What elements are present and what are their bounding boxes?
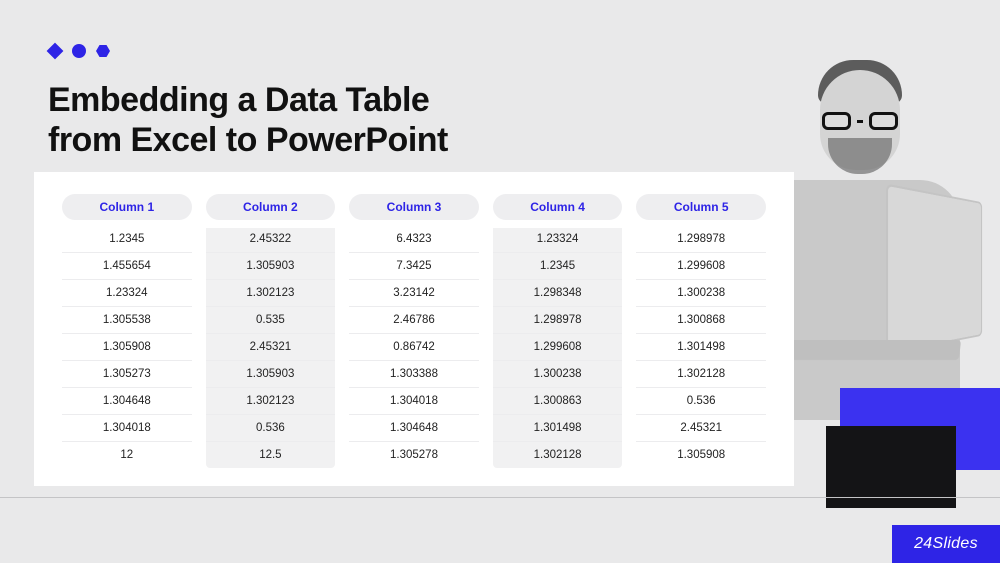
table-cell: 12 <box>62 442 192 468</box>
table-cell: 1.23324 <box>493 226 623 253</box>
accent-shapes <box>48 44 110 58</box>
table-cell: 1.301498 <box>636 334 766 361</box>
diamond-icon <box>47 43 64 60</box>
table-column: Column 5 1.2989781.2996081.3002381.300868… <box>636 194 766 468</box>
table-cell: 1.304018 <box>62 415 192 442</box>
column-header: Column 1 <box>62 194 192 220</box>
table-cell: 12.5 <box>206 442 336 468</box>
table-cell: 1.23324 <box>62 280 192 307</box>
table-cell: 1.300868 <box>636 307 766 334</box>
table-column: Column 11.23451.4556541.233241.3055381.3… <box>62 194 192 468</box>
table-cell: 0.536 <box>206 415 336 442</box>
table-cell: 2.45321 <box>636 415 766 442</box>
page-title: Embedding a Data Table from Excel to Pow… <box>48 80 448 160</box>
table-cell: 1.305273 <box>62 361 192 388</box>
table-cell: 1.298348 <box>493 280 623 307</box>
table-cell: 1.305278 <box>349 442 479 468</box>
hexagon-icon <box>96 44 110 58</box>
divider <box>0 497 1000 498</box>
table-cell: 1.305903 <box>206 361 336 388</box>
table-cell: 0.536 <box>636 388 766 415</box>
column-header: Column 2 <box>206 194 336 220</box>
column-header: Column 5 <box>636 194 766 220</box>
table-cell: 1.301498 <box>493 415 623 442</box>
table-cell: 1.298978 <box>493 307 623 334</box>
decor-block-dark <box>826 426 956 508</box>
glasses-icon <box>822 112 898 130</box>
title-line-2: from Excel to PowerPoint <box>48 121 448 159</box>
table-cell: 6.4323 <box>349 226 479 253</box>
table-cell: 1.300238 <box>493 361 623 388</box>
laptop-icon <box>886 183 982 354</box>
table-cell: 1.300863 <box>493 388 623 415</box>
table-cell: 1.302123 <box>206 280 336 307</box>
table-cell: 1.302128 <box>636 361 766 388</box>
table-column: Column 22.453221.3059031.3021230.5352.45… <box>206 194 336 468</box>
table-cell: 1.305908 <box>636 442 766 468</box>
table-column: Column 4 1.233241.23451.2983481.2989781.2… <box>493 194 623 468</box>
table-cell: 3.23142 <box>349 280 479 307</box>
table-column: Column 3 6.43237.34253.231422.467860.8674… <box>349 194 479 468</box>
table-cell: 0.86742 <box>349 334 479 361</box>
data-table-card: Column 11.23451.4556541.233241.3055381.3… <box>34 172 794 486</box>
table-cell: 0.535 <box>206 307 336 334</box>
table-cell: 1.304648 <box>62 388 192 415</box>
table-cell: 1.2345 <box>493 253 623 280</box>
table-cell: 1.305908 <box>62 334 192 361</box>
table-cell: 1.304018 <box>349 388 479 415</box>
brand-text: 24Slides <box>914 535 978 553</box>
table-cell: 1.2345 <box>62 226 192 253</box>
circle-icon <box>72 44 86 58</box>
table-cell: 1.305903 <box>206 253 336 280</box>
table-cell: 1.303388 <box>349 361 479 388</box>
table-cell: 1.298978 <box>636 226 766 253</box>
table-cell: 1.304648 <box>349 415 479 442</box>
table-cell: 2.45321 <box>206 334 336 361</box>
table-cell: 1.302123 <box>206 388 336 415</box>
brand-badge: 24Slides <box>892 525 1000 563</box>
table-cell: 2.46786 <box>349 307 479 334</box>
table-cell: 7.3425 <box>349 253 479 280</box>
column-header: Column 3 <box>349 194 479 220</box>
table-cell: 1.299608 <box>493 334 623 361</box>
table-cell: 1.299608 <box>636 253 766 280</box>
table-cell: 2.45322 <box>206 226 336 253</box>
column-header: Column 4 <box>493 194 623 220</box>
title-line-1: Embedding a Data Table <box>48 81 429 119</box>
table-cell: 1.305538 <box>62 307 192 334</box>
data-table: Column 11.23451.4556541.233241.3055381.3… <box>62 194 766 468</box>
table-cell: 1.302128 <box>493 442 623 468</box>
table-cell: 1.300238 <box>636 280 766 307</box>
table-cell: 1.455654 <box>62 253 192 280</box>
